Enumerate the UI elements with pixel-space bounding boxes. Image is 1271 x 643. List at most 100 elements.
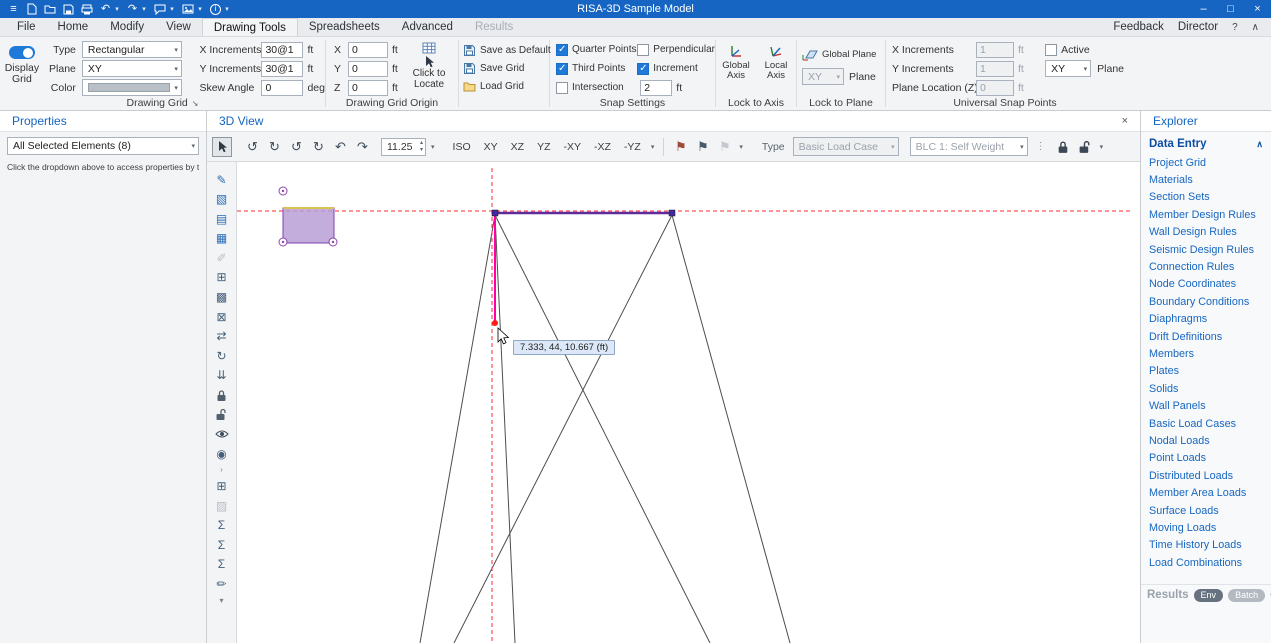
drawing-canvas[interactable]: 7.333, 44, 10.667 (ft): [237, 162, 1140, 643]
apply-loads-icon[interactable]: ⇊: [213, 368, 230, 383]
skew-angle-input[interactable]: [261, 80, 303, 96]
spin-left-icon[interactable]: ↺: [287, 137, 306, 156]
global-axis-button[interactable]: Global Axis: [717, 40, 755, 96]
intersection-checkbox[interactable]: [556, 82, 568, 94]
explorer-item-point-loads[interactable]: Point Loads: [1141, 450, 1271, 467]
explorer-item-load-combinations[interactable]: Load Combinations: [1141, 554, 1271, 571]
rotate-cw-icon[interactable]: ↻: [265, 137, 284, 156]
select-visible-icon[interactable]: ◉: [213, 446, 230, 461]
explorer-item-section-sets[interactable]: Section Sets: [1141, 189, 1271, 206]
undo-icon[interactable]: ↶: [100, 2, 111, 16]
zoom-increase-icon[interactable]: ▴: [420, 140, 423, 147]
flags-more-icon[interactable]: ▾: [739, 143, 743, 151]
lock-more-icon[interactable]: ▾: [1100, 143, 1104, 151]
tab-modify[interactable]: Modify: [99, 18, 155, 36]
third-points-checkbox[interactable]: [556, 63, 568, 75]
click-to-locate-button[interactable]: Click to Locate: [400, 40, 458, 96]
tab-view[interactable]: View: [155, 18, 202, 36]
increment-checkbox[interactable]: [637, 63, 649, 75]
view-yz-button[interactable]: YZ: [532, 137, 555, 156]
view-neg-yz-button[interactable]: -YZ: [619, 137, 646, 156]
draw-wall-panels-icon[interactable]: ▤: [213, 211, 230, 226]
info-icon[interactable]: i: [210, 2, 221, 16]
tab-drawing-tools[interactable]: Drawing Tools: [202, 18, 298, 36]
info-dropdown-icon[interactable]: ▾: [224, 2, 230, 16]
move-copy-icon[interactable]: ⇄: [213, 329, 230, 344]
explorer-item-member-design-rules[interactable]: Member Design Rules: [1141, 206, 1271, 223]
strip-expand-icon[interactable]: ▾: [213, 596, 230, 604]
tab-advanced[interactable]: Advanced: [391, 18, 464, 36]
explorer-item-basic-load-cases[interactable]: Basic Load Cases: [1141, 415, 1271, 432]
grid-type-dropdown[interactable]: Rectangular▾: [82, 41, 182, 58]
zoom-control[interactable]: 11.25 ▴ ▾: [381, 138, 426, 156]
batch-toggle-button[interactable]: Batch: [1228, 589, 1265, 602]
lock-view-icon[interactable]: [1054, 137, 1073, 156]
close-button[interactable]: ×: [1244, 0, 1271, 18]
open-file-icon[interactable]: [44, 2, 56, 16]
explorer-item-time-history-loads[interactable]: Time History Loads: [1141, 537, 1271, 554]
explorer-item-wall-design-rules[interactable]: Wall Design Rules: [1141, 224, 1271, 241]
strip-more-icon[interactable]: ›: [213, 466, 230, 474]
draw-solids-icon[interactable]: ▦: [213, 231, 230, 246]
explorer-item-solids[interactable]: Solids: [1141, 380, 1271, 397]
data-entry-collapse-icon[interactable]: ∧: [1256, 139, 1263, 150]
views-more-icon[interactable]: ▾: [651, 143, 655, 151]
feedback-link[interactable]: Feedback: [1113, 21, 1164, 33]
explorer-item-member-area-loads[interactable]: Member Area Loads: [1141, 484, 1271, 501]
grid-plane-dropdown[interactable]: XY▾: [82, 60, 182, 77]
display-grid-toggle[interactable]: [9, 46, 35, 59]
delete-items-icon[interactable]: ⊠: [213, 309, 230, 324]
sum-members-icon[interactable]: Σ: [213, 537, 230, 552]
properties-element-selector[interactable]: All Selected Elements (8) ▾: [7, 137, 199, 155]
spin-right-icon[interactable]: ↻: [309, 137, 328, 156]
redo-icon[interactable]: ↷: [127, 2, 138, 16]
y-increments-input[interactable]: [261, 61, 303, 77]
grid-color-dropdown[interactable]: ▾: [82, 79, 182, 96]
rotate-ccw-icon[interactable]: ↺: [243, 137, 262, 156]
explorer-item-connection-rules[interactable]: Connection Rules: [1141, 258, 1271, 275]
explorer-item-members[interactable]: Members: [1141, 345, 1271, 362]
minimize-button[interactable]: –: [1190, 0, 1217, 18]
explorer-item-surface-loads[interactable]: Surface Loads: [1141, 502, 1271, 519]
chat-icon[interactable]: [154, 2, 166, 16]
explorer-item-drift-definitions[interactable]: Drift Definitions: [1141, 328, 1271, 345]
chat-dropdown-icon[interactable]: ▾: [169, 2, 175, 16]
close-view-icon[interactable]: ×: [1122, 115, 1128, 127]
zoom-options-icon[interactable]: ▾: [431, 143, 435, 151]
redo-dropdown-icon[interactable]: ▾: [141, 2, 147, 16]
image-icon[interactable]: [182, 2, 194, 16]
origin-y-input[interactable]: [348, 61, 388, 77]
save-grid-button[interactable]: Save Grid: [463, 59, 549, 77]
tab-spreadsheets[interactable]: Spreadsheets: [298, 18, 391, 36]
director-link[interactable]: Director: [1178, 21, 1218, 33]
explorer-item-project-grid[interactable]: Project Grid: [1141, 154, 1271, 171]
rotate-items-icon[interactable]: ↻: [213, 348, 230, 363]
explorer-item-nodal-loads[interactable]: Nodal Loads: [1141, 432, 1271, 449]
view-iso-button[interactable]: ISO: [448, 137, 476, 156]
explorer-item-diaphragms[interactable]: Diaphragms: [1141, 311, 1271, 328]
new-file-icon[interactable]: [26, 2, 37, 16]
explorer-item-distributed-loads[interactable]: Distributed Loads: [1141, 467, 1271, 484]
maximize-button[interactable]: □: [1217, 0, 1244, 18]
lock-items-icon[interactable]: [213, 388, 230, 403]
help-icon[interactable]: ?: [1232, 22, 1238, 33]
sum-nodes-icon[interactable]: Σ: [213, 518, 230, 533]
visibility-icon[interactable]: [213, 427, 230, 442]
rotate-down-icon[interactable]: ↷: [353, 137, 372, 156]
unlock-items-icon[interactable]: [213, 407, 230, 422]
view-neg-xy-button[interactable]: -XY: [558, 137, 586, 156]
distance-flag-icon[interactable]: ⚑: [671, 137, 690, 156]
explorer-item-seismic-design-rules[interactable]: Seismic Design Rules: [1141, 241, 1271, 258]
blc-dropdown[interactable]: BLC 1: Self Weight▾: [910, 137, 1028, 156]
perpendicular-checkbox[interactable]: [637, 44, 649, 56]
explorer-item-wall-panels[interactable]: Wall Panels: [1141, 397, 1271, 414]
explorer-item-node-coordinates[interactable]: Node Coordinates: [1141, 276, 1271, 293]
drawing-grid-launcher-icon[interactable]: ↘: [192, 99, 199, 108]
draw-members-icon[interactable]: ✎: [213, 172, 230, 187]
rotate-up-icon[interactable]: ↶: [331, 137, 350, 156]
save-icon[interactable]: [63, 2, 74, 16]
save-as-default-button[interactable]: Save as Default: [463, 41, 549, 59]
view-xz-button[interactable]: XZ: [506, 137, 529, 156]
print-icon[interactable]: [81, 2, 93, 16]
view-xy-button[interactable]: XY: [479, 137, 503, 156]
